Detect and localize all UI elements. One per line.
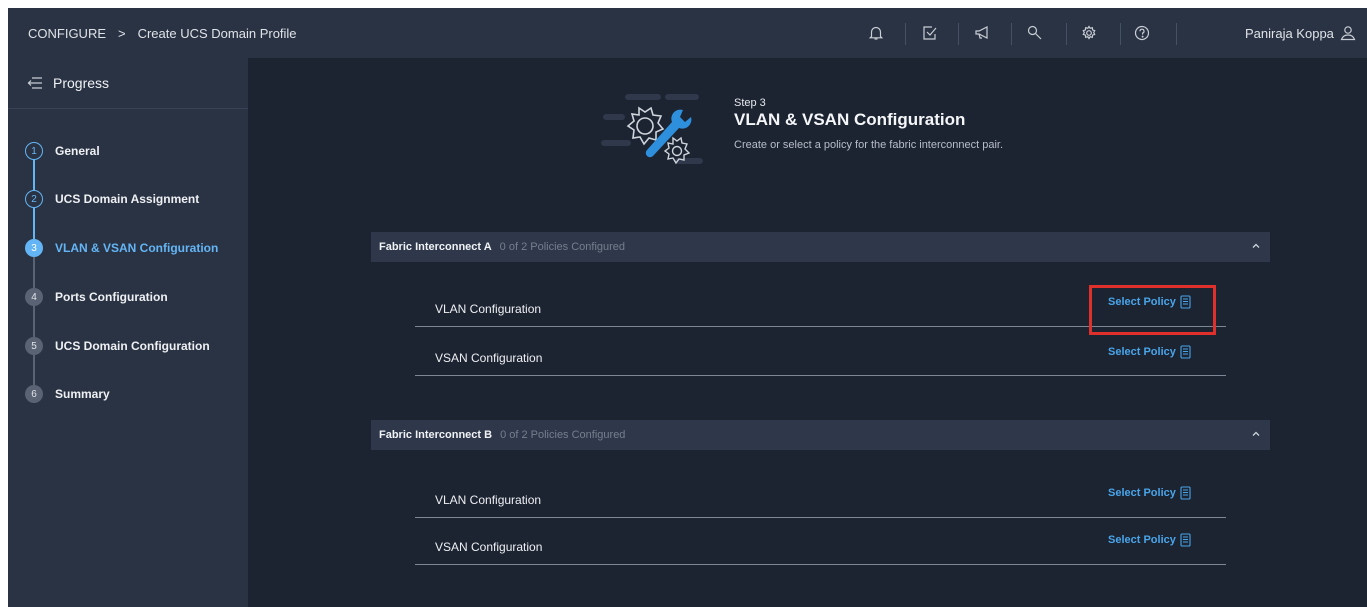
- step-number: 3: [25, 239, 43, 257]
- step-number: 4: [25, 288, 43, 306]
- configuration-illustration: [595, 88, 711, 189]
- row-label: VLAN Configuration: [435, 302, 542, 316]
- step-number: 2: [25, 190, 43, 208]
- header-divider: [1176, 23, 1177, 45]
- vsan-configuration-row: VSAN Configuration Select Policy: [415, 517, 1226, 565]
- step-label: Summary: [55, 387, 110, 401]
- breadcrumb-configure[interactable]: CONFIGURE: [28, 26, 106, 41]
- step-number: 6: [25, 385, 43, 403]
- user-menu[interactable]: Paniraja Koppa: [1245, 8, 1356, 58]
- document-icon: [1180, 486, 1191, 500]
- search-icon[interactable]: [1025, 23, 1045, 43]
- step-connector: [33, 159, 35, 190]
- document-icon: [1180, 533, 1191, 547]
- step-general[interactable]: 1 General: [25, 142, 100, 160]
- step-connector: [33, 257, 35, 288]
- step-summary[interactable]: 6 Summary: [25, 385, 110, 403]
- step-label: General: [55, 144, 100, 158]
- policies-configured-count: 0 of 2 Policies Configured: [500, 429, 626, 441]
- step-number: 5: [25, 337, 43, 355]
- app-window: CONFIGURE > Create UCS Domain Profile Pa…: [8, 8, 1367, 607]
- user-name: Paniraja Koppa: [1245, 25, 1334, 41]
- select-policy-link[interactable]: Select Policy: [1108, 533, 1191, 547]
- header-divider: [905, 23, 906, 45]
- document-icon: [1180, 345, 1191, 359]
- fabric-name: Fabric Interconnect B: [379, 429, 493, 441]
- fabric-name: Fabric Interconnect A: [379, 241, 492, 253]
- fabric-interconnect-b-header[interactable]: Fabric Interconnect B 0 of 2 Policies Co…: [371, 420, 1270, 450]
- row-label: VSAN Configuration: [435, 351, 543, 365]
- page-description: Create or select a policy for the fabric…: [734, 139, 1004, 151]
- step-label: UCS Domain Configuration: [55, 339, 210, 353]
- highlight-box: [1089, 285, 1216, 335]
- progress-title: Progress: [53, 75, 110, 91]
- step-number-label: Step 3: [734, 97, 766, 109]
- breadcrumb-current: Create UCS Domain Profile: [137, 25, 297, 41]
- page-title: VLAN & VSAN Configuration: [734, 110, 966, 129]
- vlan-configuration-row: VLAN Configuration Select Policy: [415, 470, 1226, 518]
- header-divider: [958, 23, 959, 45]
- collapse-menu-icon[interactable]: [27, 77, 43, 89]
- step-ucs-domain-configuration[interactable]: 5 UCS Domain Configuration: [25, 337, 210, 355]
- step-vlan-vsan-configuration[interactable]: 3 VLAN & VSAN Configuration: [25, 239, 218, 257]
- vsan-configuration-row: VSAN Configuration Select Policy: [415, 328, 1226, 376]
- user-icon: [1340, 26, 1356, 41]
- progress-header: Progress: [8, 58, 248, 109]
- help-icon[interactable]: [1132, 23, 1152, 43]
- row-label: VSAN Configuration: [435, 540, 543, 554]
- step-number: 1: [25, 142, 43, 160]
- header-divider: [1120, 23, 1121, 45]
- breadcrumb-separator: >: [118, 25, 126, 41]
- step-ports-configuration[interactable]: 4 Ports Configuration: [25, 288, 168, 306]
- step-connector: [33, 208, 35, 239]
- megaphone-icon[interactable]: [972, 23, 992, 43]
- select-policy-link[interactable]: Select Policy: [1108, 486, 1191, 500]
- step-label: UCS Domain Assignment: [55, 192, 200, 206]
- fabric-interconnect-a-header[interactable]: Fabric Interconnect A 0 of 2 Policies Co…: [371, 232, 1270, 262]
- breadcrumb: CONFIGURE > Create UCS Domain Profile: [28, 8, 297, 58]
- progress-sidebar: Progress 1 General 2 UCS Domain Assignme…: [8, 58, 248, 607]
- bell-icon[interactable]: [866, 23, 886, 43]
- row-label: VLAN Configuration: [435, 493, 542, 507]
- step-label: VLAN & VSAN Configuration: [55, 241, 219, 255]
- chevron-up-icon[interactable]: [1251, 241, 1261, 251]
- step-label: Ports Configuration: [55, 290, 168, 304]
- step-ucs-domain-assignment[interactable]: 2 UCS Domain Assignment: [25, 190, 199, 208]
- checklist-icon[interactable]: [920, 23, 940, 43]
- step-connector: [33, 306, 35, 337]
- step-connector: [33, 355, 35, 386]
- policies-configured-count: 0 of 2 Policies Configured: [499, 241, 626, 253]
- top-bar: CONFIGURE > Create UCS Domain Profile Pa…: [8, 8, 1367, 58]
- header-divider: [1011, 23, 1012, 45]
- select-policy-link[interactable]: Select Policy: [1108, 345, 1191, 359]
- header-divider: [1066, 23, 1067, 45]
- gear-icon[interactable]: [1079, 23, 1099, 43]
- chevron-up-icon[interactable]: [1251, 429, 1261, 439]
